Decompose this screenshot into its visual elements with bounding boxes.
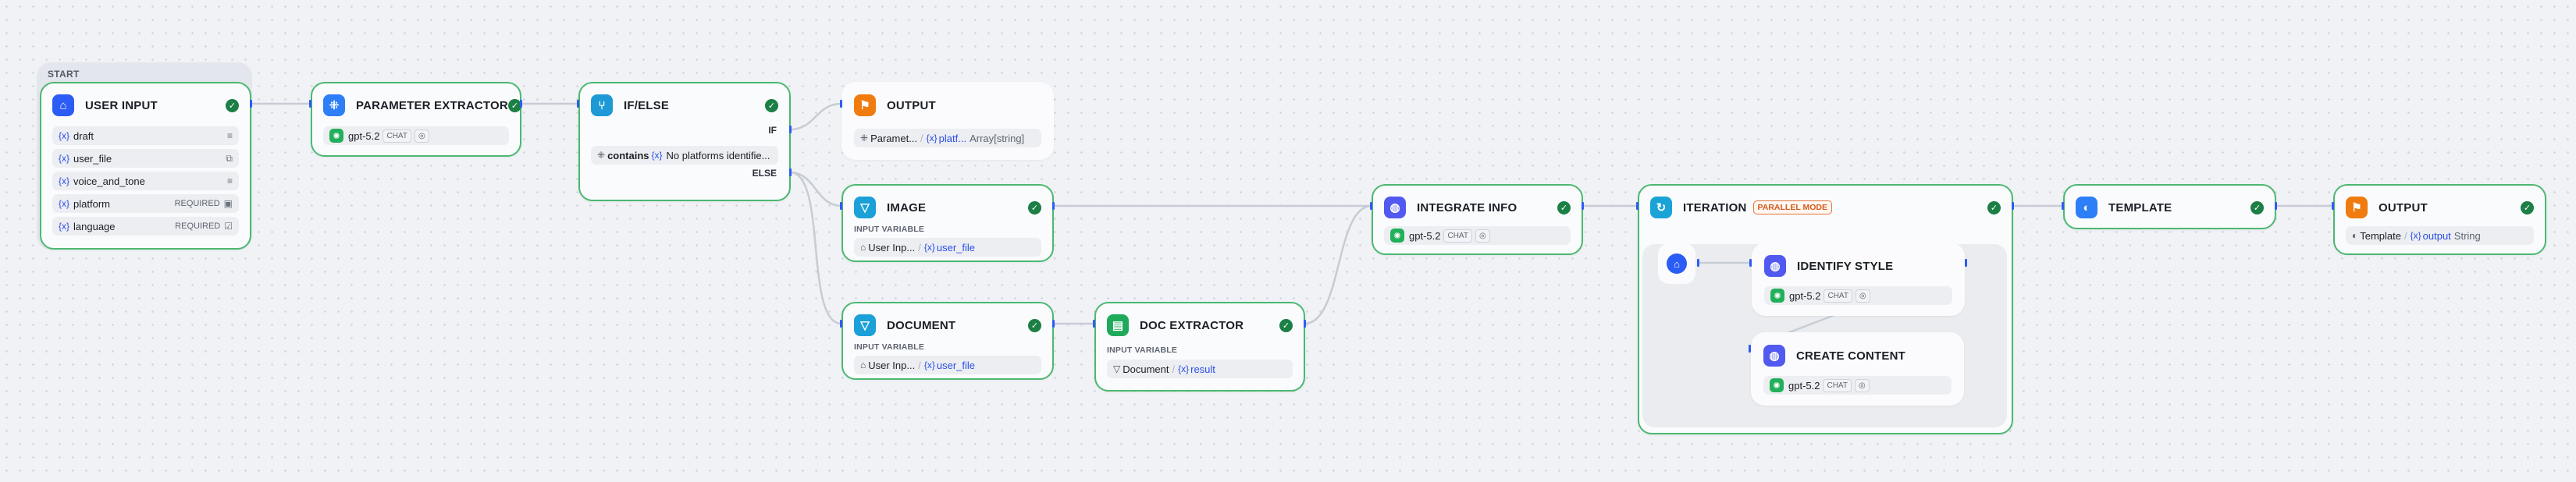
template-icon: ◐: [2076, 197, 2097, 218]
output-handle[interactable]: [1965, 259, 1967, 267]
if-handle[interactable]: [789, 126, 792, 133]
iteration-start-node[interactable]: ⌂: [1658, 243, 1695, 284]
openai-icon: ✺: [1770, 289, 1784, 303]
success-check-icon: ✓: [2521, 200, 2534, 214]
model-name: gpt-5.2: [1789, 289, 1821, 302]
openai-icon: ✺: [1770, 378, 1784, 392]
output-handle[interactable]: [1052, 202, 1055, 210]
source-node: Template: [2360, 229, 2401, 242]
output-node-final[interactable]: ⚑ OUTPUT ✓ ◐ Template / {x} output String: [2333, 184, 2546, 255]
input-handle[interactable]: [840, 320, 842, 328]
template-icon: ◐: [2352, 230, 2358, 241]
variable-icon: {x}: [2410, 230, 2421, 241]
variable-name: output: [2422, 229, 2451, 242]
mode-chip: CHAT: [1823, 289, 1852, 303]
input-handle[interactable]: [577, 100, 579, 108]
create-content-node[interactable]: ◍ CREATE CONTENT ✺ gpt-5.2 CHAT ◎: [1751, 332, 1964, 406]
output-handle[interactable]: [2275, 202, 2277, 210]
model-row[interactable]: ✺ gpt-5.2 CHAT ◎: [1763, 376, 1952, 395]
output-handle[interactable]: [1582, 202, 1584, 210]
variable-type: String: [2453, 229, 2481, 242]
llm-brain-icon: ◍: [1763, 345, 1785, 367]
output-handle[interactable]: [1697, 259, 1699, 267]
input-handle[interactable]: [309, 100, 311, 108]
output-variable-row[interactable]: ◐ Template / {x} output String: [2346, 226, 2534, 245]
output-handle[interactable]: [2012, 202, 2014, 210]
node-title: TEMPLATE: [2108, 200, 2172, 214]
input-handle[interactable]: [840, 100, 842, 108]
output-handle[interactable]: [1304, 320, 1306, 328]
input-handle[interactable]: [2062, 202, 2064, 210]
node-title: IDENTIFY STYLE: [1797, 259, 1894, 273]
mode-chip: CHAT: [1823, 378, 1852, 392]
vision-icon: ◎: [1855, 289, 1870, 303]
inner-edge-layer: [1697, 261, 1835, 335]
success-check-icon: ✓: [2250, 200, 2264, 214]
output-handle[interactable]: [520, 100, 522, 108]
llm-brain-icon: ◍: [1764, 255, 1786, 277]
edge-identify-create: [1787, 314, 1835, 335]
input-handle[interactable]: [2332, 202, 2334, 210]
input-handle[interactable]: [840, 202, 842, 210]
home-icon: ⌂: [1667, 253, 1687, 274]
template-node[interactable]: ◐ TEMPLATE ✓: [2063, 184, 2276, 229]
model-row[interactable]: ✺ gpt-5.2 CHAT ◎: [1764, 286, 1952, 305]
model-name: gpt-5.2: [1788, 379, 1820, 392]
input-handle[interactable]: [1370, 202, 1372, 210]
vision-icon: ◎: [1854, 378, 1870, 392]
input-handle[interactable]: [1093, 320, 1095, 328]
identify-style-node[interactable]: ◍ IDENTIFY STYLE ✺ gpt-5.2 CHAT ◎: [1752, 243, 1965, 316]
output-handle[interactable]: [250, 100, 252, 108]
node-title: CREATE CONTENT: [1796, 349, 1906, 363]
node-title: OUTPUT: [2379, 200, 2428, 214]
output-handle[interactable]: [1052, 320, 1055, 328]
output-flag-icon: ⚑: [2346, 197, 2368, 218]
input-handle[interactable]: [1636, 202, 1638, 210]
else-handle[interactable]: [789, 168, 792, 176]
